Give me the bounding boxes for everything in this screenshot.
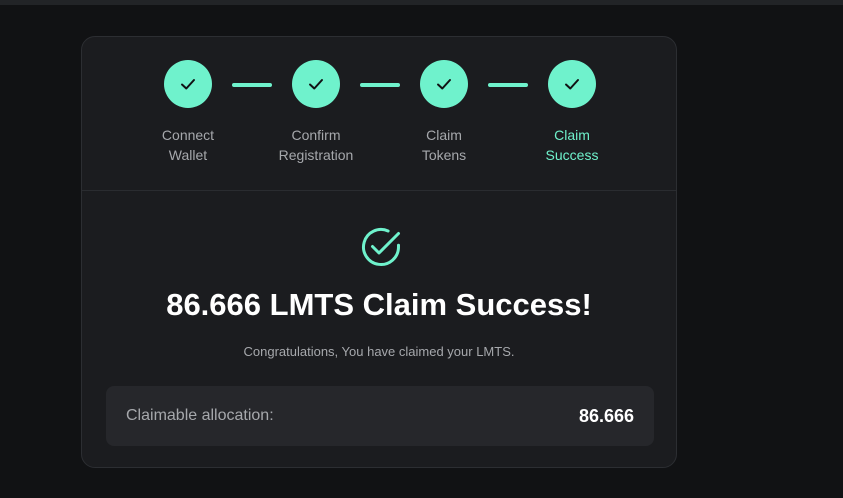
step-claim-success: Claim Success bbox=[502, 60, 642, 165]
step-label-line2: Tokens bbox=[421, 147, 467, 163]
check-icon bbox=[181, 79, 195, 90]
step-claim-tokens: Claim Tokens bbox=[374, 60, 514, 165]
check-icon bbox=[437, 79, 451, 90]
claim-stepper: Connect Wallet Confirm Registration Clai… bbox=[82, 37, 676, 190]
step-connect-wallet: Connect Wallet bbox=[118, 60, 258, 165]
step-label-line1: Confirm bbox=[291, 127, 341, 143]
step-label-line1: Claim bbox=[426, 127, 462, 143]
step-label: Confirm Registration bbox=[246, 125, 386, 165]
claimable-allocation-label: Claimable allocation: bbox=[126, 407, 274, 424]
claim-success-title: 86.666 LMTS Claim Success! bbox=[166, 287, 592, 322]
step-label: Claim Tokens bbox=[374, 125, 514, 165]
step-label: Claim Success bbox=[502, 125, 642, 165]
step-label-line1: Claim bbox=[554, 127, 590, 143]
step-label: Connect Wallet bbox=[118, 125, 258, 165]
step-confirm-registration: Confirm Registration bbox=[246, 60, 386, 165]
claim-card: Connect Wallet Confirm Registration Clai… bbox=[81, 36, 677, 468]
step-label-line2: Success bbox=[545, 147, 599, 163]
step-complete-indicator bbox=[420, 60, 468, 108]
claim-success-subtitle: Congratulations, You have claimed your L… bbox=[243, 344, 515, 359]
top-bar bbox=[0, 0, 843, 5]
claimable-allocation-value: 86.666 bbox=[578, 405, 634, 426]
step-label-line1: Connect bbox=[161, 127, 215, 143]
check-icon bbox=[565, 79, 579, 90]
step-active-indicator bbox=[548, 60, 596, 108]
check-icon bbox=[309, 79, 323, 90]
step-label-line2: Wallet bbox=[168, 147, 208, 163]
claimable-allocation-panel: Claimable allocation: 86.666 bbox=[106, 386, 654, 446]
step-label-line2: Registration bbox=[278, 147, 354, 163]
step-complete-indicator bbox=[292, 60, 340, 108]
step-complete-indicator bbox=[164, 60, 212, 108]
section-divider bbox=[82, 190, 676, 191]
check-circle-icon bbox=[362, 228, 400, 266]
